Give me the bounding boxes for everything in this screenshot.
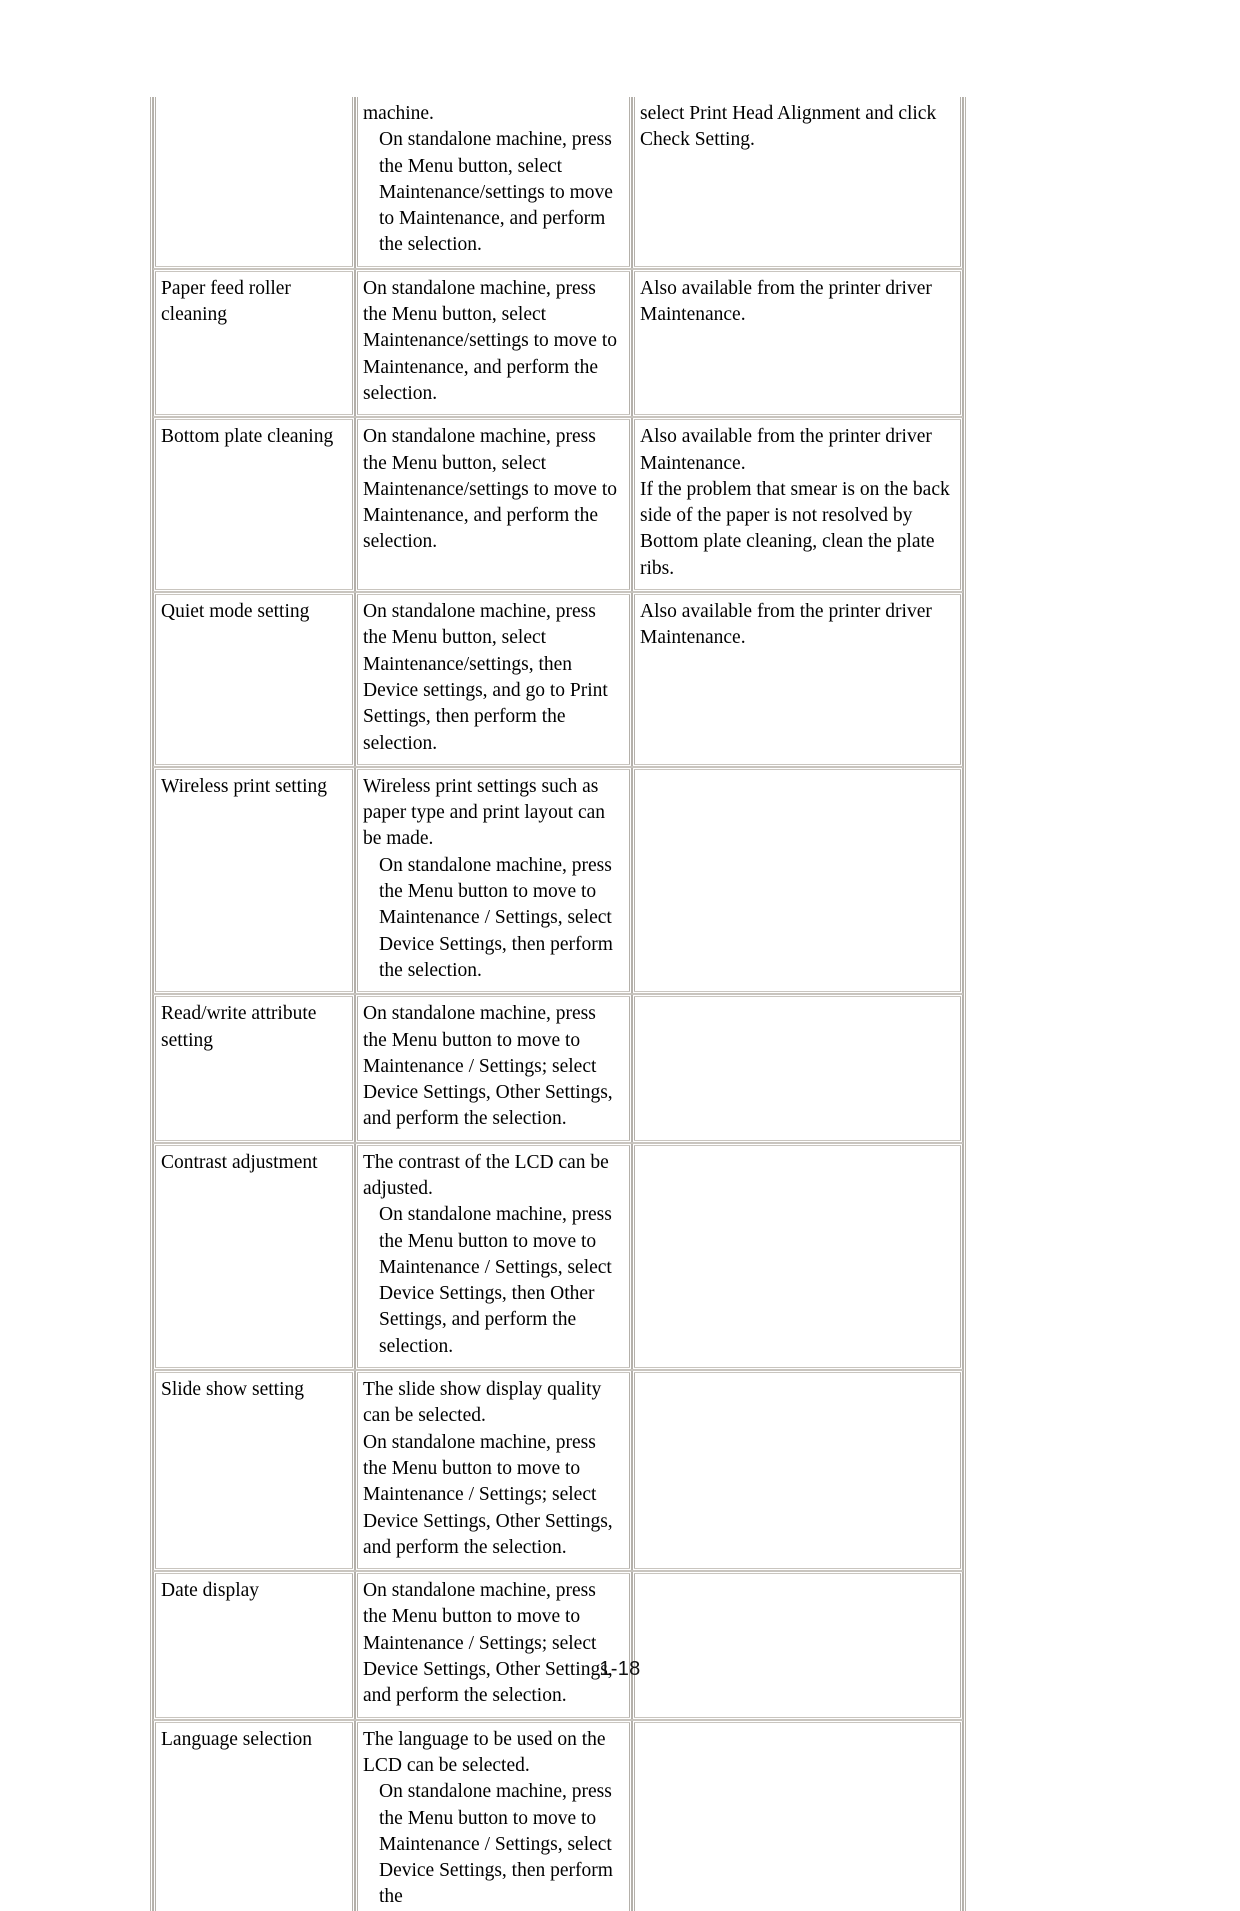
cell-remarks: select Print Head Alignment and click Ch… — [632, 97, 963, 269]
operation-lead-text: machine. — [363, 103, 434, 124]
cell-feature: Wireless print setting — [153, 766, 355, 995]
remarks-lead-text: Also available from the printer driver M… — [640, 601, 932, 649]
cell-feature: Quiet mode setting — [153, 592, 355, 767]
table-row: Date display On standalone machine, pres… — [153, 1571, 963, 1720]
feature-label: Quiet mode setting — [161, 601, 310, 623]
cell-remarks — [632, 1142, 963, 1371]
table-row: Wireless print setting Wireless print se… — [153, 766, 963, 995]
cell-feature: Date display — [153, 1571, 355, 1720]
cell-remarks: Also available from the printer driver M… — [632, 592, 963, 767]
remarks-extra-text: If the problem that smear is on the back… — [640, 478, 950, 579]
cell-operation: On standalone machine, press the Menu bu… — [355, 417, 632, 593]
table-row: Paper feed roller cleaning On standalone… — [153, 268, 963, 418]
operation-lead-text: Wireless print settings such as paper ty… — [363, 775, 606, 850]
cell-operation: On standalone machine, press the Menu bu… — [355, 1571, 632, 1720]
feature-label: Contrast adjustment — [161, 1151, 318, 1173]
operation-indented-text: On standalone machine, press the Menu bu… — [379, 1781, 613, 1908]
cell-operation: Wireless print settings such as paper ty… — [355, 766, 632, 995]
cell-operation: The slide show display quality can be se… — [355, 1370, 632, 1572]
cell-feature: Slide show setting — [153, 1370, 355, 1572]
table-row: Slide show setting The slide show displa… — [153, 1370, 963, 1572]
operation-lead-text: On standalone machine, press the Menu bu… — [363, 277, 617, 404]
operation-extra-text: On standalone machine, press the Menu bu… — [363, 1431, 613, 1558]
cell-operation: On standalone machine, press the Menu bu… — [355, 268, 632, 418]
cell-remarks — [632, 1719, 963, 1911]
cell-feature — [153, 97, 355, 269]
cell-feature: Paper feed roller cleaning — [153, 268, 355, 418]
operation-lead-text: On standalone machine, press the Menu bu… — [363, 426, 617, 553]
feature-label: Bottom plate cleaning — [161, 426, 334, 448]
document-page: machine. On standalone machine, press th… — [0, 0, 1240, 1911]
operation-lead-text: The slide show display quality can be se… — [363, 1379, 602, 1427]
operation-lead-text: On standalone machine, press the Menu bu… — [363, 1003, 613, 1130]
cell-feature: Read/write attribute setting — [153, 994, 355, 1143]
cell-remarks: Also available from the printer driver M… — [632, 268, 963, 418]
cell-remarks — [632, 1571, 963, 1720]
feature-label: Read/write attribute setting — [161, 1003, 317, 1051]
remarks-lead-text: select Print Head Alignment and click Ch… — [640, 103, 937, 151]
cell-operation: The language to be used on the LCD can b… — [355, 1719, 632, 1911]
cell-operation: The contrast of the LCD can be adjusted.… — [355, 1142, 632, 1371]
operation-indented-text: On standalone machine, press the Menu bu… — [379, 854, 613, 981]
operation-lead-text: The language to be used on the LCD can b… — [363, 1728, 606, 1776]
cell-remarks: Also available from the printer driver M… — [632, 417, 963, 593]
cell-remarks — [632, 766, 963, 995]
table-body: machine. On standalone machine, press th… — [153, 97, 963, 1911]
operation-indented-text: On standalone machine, press the Menu bu… — [379, 129, 613, 256]
cell-feature: Bottom plate cleaning — [153, 417, 355, 593]
table-row: Quiet mode setting On standalone machine… — [153, 592, 963, 767]
cell-remarks — [632, 994, 963, 1143]
table-row: Language selection The language to be us… — [153, 1719, 963, 1911]
cell-operation: On standalone machine, press the Menu bu… — [355, 994, 632, 1143]
feature-label: Slide show setting — [161, 1379, 305, 1401]
operation-lead-text: The contrast of the LCD can be adjusted. — [363, 1151, 609, 1199]
feature-label: Date display — [161, 1580, 260, 1602]
feature-label: Paper feed roller cleaning — [161, 277, 291, 326]
operation-indented-text: On standalone machine, press the Menu bu… — [379, 1204, 612, 1357]
cell-remarks — [632, 1370, 963, 1572]
feature-label: Language selection — [161, 1728, 313, 1750]
feature-label: Wireless print setting — [161, 775, 328, 797]
table-row: Bottom plate cleaning On standalone mach… — [153, 417, 963, 593]
cell-feature: Contrast adjustment — [153, 1142, 355, 1371]
cell-feature: Language selection — [153, 1719, 355, 1911]
cell-operation: machine. On standalone machine, press th… — [355, 97, 632, 269]
printer-maintenance-features-table: machine. On standalone machine, press th… — [150, 97, 966, 1911]
operation-lead-text: On standalone machine, press the Menu bu… — [363, 1580, 613, 1707]
table-row: Contrast adjustment The contrast of the … — [153, 1142, 963, 1371]
table-row: Read/write attribute setting On standalo… — [153, 994, 963, 1143]
table-row: machine. On standalone machine, press th… — [153, 97, 963, 269]
operation-lead-text: On standalone machine, press the Menu bu… — [363, 601, 608, 754]
page-number: 1-18 — [599, 1658, 641, 1680]
remarks-lead-text: Also available from the printer driver M… — [640, 426, 932, 474]
remarks-lead-text: Also available from the printer driver M… — [640, 277, 932, 326]
cell-operation: On standalone machine, press the Menu bu… — [355, 592, 632, 767]
